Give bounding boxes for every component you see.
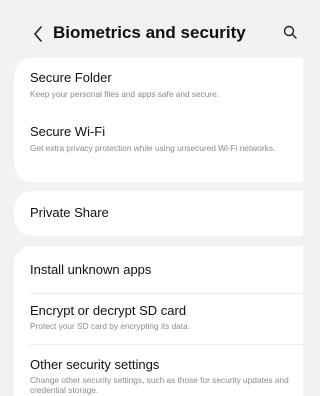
- settings-group-security: Install unknown apps Encrypt or decrypt …: [14, 246, 303, 396]
- settings-group-share: Private Share: [14, 191, 303, 236]
- search-icon: [283, 25, 297, 39]
- item-title: Encrypt or decrypt SD card: [30, 303, 187, 318]
- item-title: Secure Wi-Fi: [30, 124, 106, 139]
- item-title: Other security settings: [30, 357, 160, 372]
- chevron-left-icon: [34, 26, 42, 42]
- list-item-encrypt-sd-card[interactable]: Encrypt or decrypt SD card Protect your …: [14, 294, 303, 344]
- page-title: Biometrics and security: [53, 23, 246, 42]
- item-subtitle: Keep your personal files and apps safe a…: [30, 89, 220, 99]
- list-item-secure-wifi[interactable]: Secure Wi-Fi Get extra privacy protectio…: [14, 116, 303, 182]
- item-subtitle: Change other security settings, such as …: [30, 375, 289, 395]
- list-item-install-unknown-apps[interactable]: Install unknown apps: [14, 246, 303, 293]
- app-header: Biometrics and security: [0, 0, 303, 60]
- item-title: Secure Folder: [30, 70, 112, 85]
- item-subtitle: Get extra privacy protection while using…: [30, 143, 276, 153]
- list-item-other-security-settings[interactable]: Other security settings Change other sec…: [14, 345, 303, 396]
- item-subtitle: Protect your SD card by encrypting its d…: [30, 321, 191, 331]
- item-title: Install unknown apps: [30, 262, 152, 277]
- search-button[interactable]: [283, 25, 303, 45]
- item-title: Private Share: [30, 205, 109, 220]
- list-item-secure-folder[interactable]: Secure Folder Keep your personal files a…: [14, 58, 303, 116]
- settings-group-apps: Secure Folder Keep your personal files a…: [14, 58, 303, 182]
- list-item-private-share[interactable]: Private Share: [14, 191, 303, 236]
- back-button[interactable]: [28, 22, 48, 46]
